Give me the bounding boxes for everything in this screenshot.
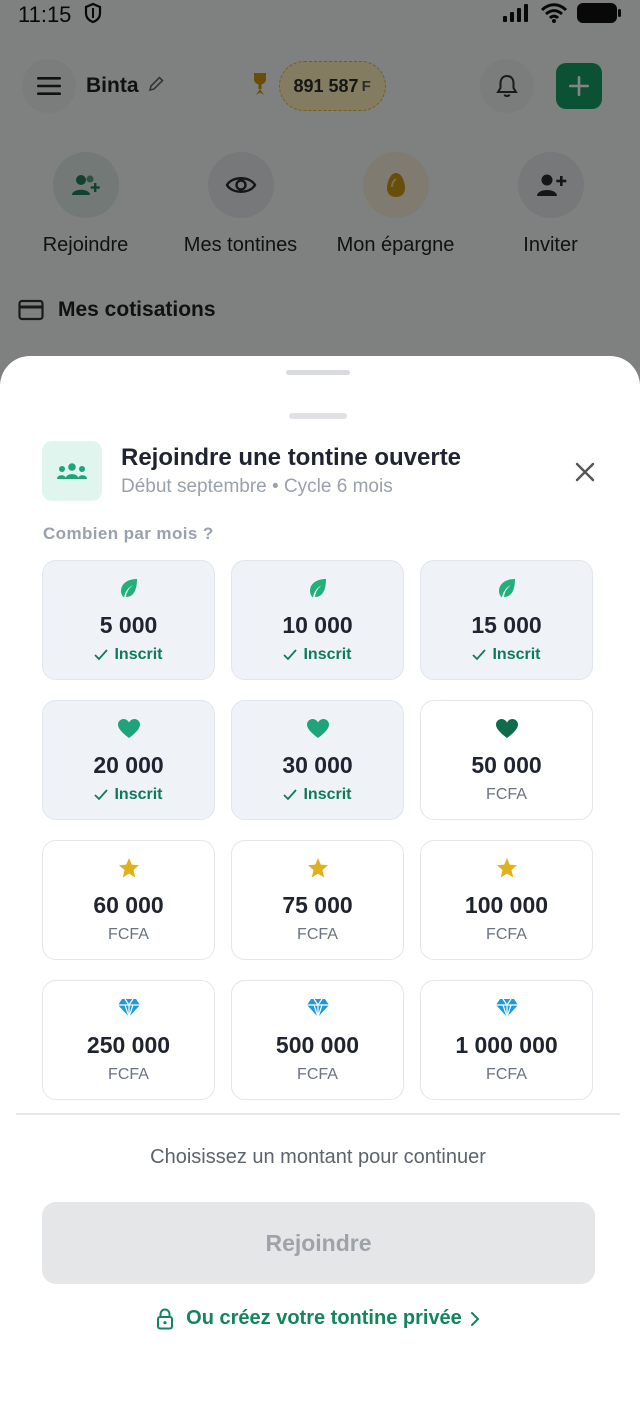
join-button[interactable]: Rejoindre (42, 1202, 595, 1284)
close-icon (575, 462, 595, 482)
subscribed-label: Inscrit (492, 646, 541, 663)
join-tontine-sheet: Rejoindre une tontine ouverte Début sept… (0, 356, 640, 1415)
amount-value: 10 000 (282, 612, 353, 638)
amount-value: 30 000 (282, 752, 353, 778)
star-icon (307, 857, 329, 879)
star-icon (496, 857, 518, 879)
subscribed-label: Inscrit (303, 646, 352, 663)
amount-value: 60 000 (93, 892, 164, 918)
amount-value: 250 000 (86, 1032, 171, 1058)
amount-value: 5 000 (99, 612, 158, 638)
currency-label: FCFA (486, 786, 527, 803)
amount-value: 1 000 000 (455, 1032, 558, 1058)
group-icon (57, 463, 87, 479)
check-icon (283, 649, 298, 661)
amount-option[interactable]: 10 000 Inscrit (231, 560, 404, 680)
star-icon (118, 857, 140, 879)
inner-drag-handle[interactable] (289, 413, 347, 419)
diamond-icon (495, 997, 519, 1019)
amount-value: 50 000 (471, 752, 542, 778)
amount-value: 500 000 (275, 1032, 360, 1058)
amount-option[interactable]: 75 000 FCFA (231, 840, 404, 960)
amount-value: 75 000 (282, 892, 353, 918)
heart-icon (306, 717, 330, 739)
choose-amount-hint: Choisissez un montant pour continuer (150, 1146, 486, 1168)
amount-option[interactable]: 100 000 FCFA (420, 840, 593, 960)
drag-handle[interactable] (286, 370, 350, 375)
subscribed-status: Inscrit (94, 645, 163, 665)
subscribed-status: Inscrit (283, 785, 352, 805)
subscribed-status: Inscrit (94, 785, 163, 805)
currency-label: FCFA (108, 926, 149, 943)
currency-label: FCFA (486, 926, 527, 943)
heart-icon (117, 717, 141, 739)
diamond-icon (117, 997, 141, 1019)
sheet-header: Rejoindre une tontine ouverte Début sept… (42, 441, 600, 501)
leaf-icon (497, 577, 517, 599)
sheet-title: Rejoindre une tontine ouverte (121, 444, 462, 471)
amount-option[interactable]: 20 000 Inscrit (42, 700, 215, 820)
amount-question: Combien par mois ? (43, 524, 214, 543)
amount-option[interactable]: 500 000 FCFA (231, 980, 404, 1100)
leaf-icon (308, 577, 328, 599)
subscribed-label: Inscrit (114, 646, 163, 663)
lock-icon (156, 1307, 174, 1330)
close-button[interactable] (570, 457, 600, 487)
amount-value: 20 000 (93, 752, 164, 778)
subscribed-label: Inscrit (114, 786, 163, 803)
diamond-icon (306, 997, 330, 1019)
currency-label: FCFA (108, 1066, 149, 1083)
amount-option[interactable]: 15 000 Inscrit (420, 560, 593, 680)
amount-option[interactable]: 30 000 Inscrit (231, 700, 404, 820)
heart-icon (495, 717, 519, 739)
amount-option[interactable]: 60 000 FCFA (42, 840, 215, 960)
currency-label: FCFA (297, 1066, 338, 1083)
amount-option[interactable]: 5 000 Inscrit (42, 560, 215, 680)
check-icon (283, 789, 298, 801)
create-private-tontine-link[interactable]: Ou créez votre tontine privée (0, 1307, 636, 1330)
sheet-subtitle: Début septembre • Cycle 6 mois (121, 476, 393, 497)
amount-value: 15 000 (471, 612, 542, 638)
amount-options-grid: 5 000 Inscrit 10 000 Inscrit 15 000 Insc… (42, 560, 594, 1100)
subscribed-status: Inscrit (472, 645, 541, 665)
group-icon-tile (42, 441, 102, 501)
chevron-right-icon (470, 1311, 480, 1327)
check-icon (94, 649, 109, 661)
check-icon (94, 789, 109, 801)
currency-label: FCFA (297, 926, 338, 943)
amount-value: 100 000 (464, 892, 549, 918)
leaf-icon (119, 577, 139, 599)
private-link-label: Ou créez votre tontine privée (186, 1307, 462, 1329)
divider (16, 1113, 620, 1115)
amount-option[interactable]: 50 000 FCFA (420, 700, 593, 820)
currency-label: FCFA (486, 1066, 527, 1083)
subscribed-label: Inscrit (303, 786, 352, 803)
amount-option[interactable]: 250 000 FCFA (42, 980, 215, 1100)
amount-option[interactable]: 1 000 000 FCFA (420, 980, 593, 1100)
subscribed-status: Inscrit (283, 645, 352, 665)
check-icon (472, 649, 487, 661)
